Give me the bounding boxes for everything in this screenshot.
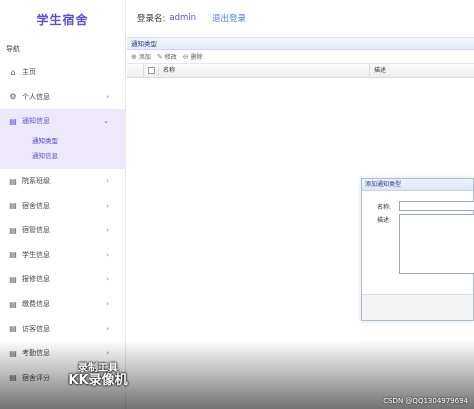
column-header-description[interactable]: 描述: [370, 64, 474, 78]
doc-icon: ▤: [9, 250, 17, 260]
sidebar-item-label: 主页: [22, 68, 36, 77]
edit-label: 修改: [164, 54, 177, 61]
gear-icon: ⚙: [9, 92, 17, 102]
sidebar-item-label: 报修信息: [22, 275, 50, 284]
sidebar-item-label: 学生信息: [22, 250, 50, 259]
top-header: 登录名: admin 退出登录: [127, 0, 474, 36]
sidebar-item-visitors[interactable]: ▤ 访客信息 ›: [0, 316, 125, 341]
edit-button[interactable]: ✎ 修改: [156, 52, 177, 62]
doc-icon: ▤: [9, 348, 17, 358]
csdn-credit: CSDN @QQ1304979694: [383, 397, 468, 405]
doc-icon: ▤: [9, 274, 17, 284]
sidebar-item-home[interactable]: ⌂ 主页: [0, 60, 125, 85]
chevron-down-icon: ⌄: [103, 117, 109, 126]
doc-icon: ▤: [9, 116, 17, 126]
dialog-footer: [362, 294, 473, 320]
add-label: 添加: [138, 54, 151, 61]
sidebar-item-dorms[interactable]: ▤ 宿舍信息 ›: [0, 193, 125, 218]
grid-header: 名称 描述: [127, 63, 474, 78]
app-title: 学生宿舍: [36, 12, 89, 27]
doc-icon: ▤: [9, 225, 17, 235]
sidebar-item-profile[interactable]: ⚙ 个人信息 ›: [0, 85, 125, 110]
sidebar-item-notice[interactable]: ▤ 通知信息 ⌄: [0, 109, 125, 134]
sidebar-subitem-notice-info[interactable]: 通知信息: [0, 149, 125, 164]
sidebar-item-label: 宿管信息: [22, 226, 50, 235]
nav-heading: 导航: [6, 45, 20, 53]
minus-icon: ⊖: [182, 52, 189, 61]
doc-icon: ▤: [9, 324, 17, 334]
sidebar-item-departments[interactable]: ▤ 院系班级 ›: [0, 169, 125, 194]
sidebar-group-notice: ▤ 通知信息 ⌄ 通知类型 通知信息: [0, 109, 125, 169]
column-header-name[interactable]: 名称: [159, 63, 370, 78]
delete-label: 删除: [190, 54, 203, 61]
home-icon: ⌂: [10, 67, 16, 77]
delete-button[interactable]: ⊖ 删除: [182, 52, 203, 62]
chevron-right-icon: ›: [106, 324, 109, 333]
doc-icon: ▤: [9, 373, 17, 383]
sidebar-item-attendance[interactable]: ▤ 考勤信息 ›: [0, 341, 125, 366]
edit-icon: ✎: [156, 52, 163, 61]
row-number-column: [127, 63, 144, 78]
doc-icon: ▤: [9, 299, 17, 309]
sidebar: 学生宿舍 导航 ⌂ 主页 ⚙ 个人信息 › ▤ 通知信息 ⌄ 通知类型 通知信息…: [0, 0, 126, 409]
name-input[interactable]: [399, 201, 474, 211]
toolbar: ⊕ 添加 ✎ 修改 ⊖ 删除: [127, 50, 474, 64]
sidebar-item-label: 院系班级: [22, 177, 50, 186]
add-button[interactable]: ⊕ 添加: [131, 52, 151, 62]
panel-title: 通知类型: [127, 38, 474, 50]
dialog-title: 添加通知类型: [362, 179, 473, 191]
sidebar-item-label: 通知信息: [22, 117, 50, 126]
doc-icon: ▤: [9, 176, 17, 186]
sidebar-item-label: 缴费信息: [22, 300, 50, 309]
chevron-right-icon: ›: [106, 177, 109, 186]
watermark-line-2: KK录像机: [68, 373, 128, 388]
sidebar-item-payments[interactable]: ▤ 缴费信息 ›: [0, 292, 125, 317]
recorder-watermark: 录制工具 KK录像机: [58, 363, 138, 388]
chevron-right-icon: ›: [106, 250, 109, 259]
chevron-right-icon: ›: [106, 275, 109, 284]
sidebar-subitem-notice-type[interactable]: 通知类型: [0, 134, 125, 149]
sidebar-item-students[interactable]: ▤ 学生信息 ›: [0, 243, 125, 268]
sidebar-item-repairs[interactable]: ▤ 报修信息 ›: [0, 267, 125, 292]
select-all-checkbox[interactable]: [147, 67, 155, 74]
select-all-cell: [144, 63, 159, 78]
sidebar-item-label: 访客信息: [22, 324, 50, 333]
description-label: 描述:: [377, 217, 392, 224]
sidebar-item-label: 考勤信息: [22, 349, 50, 358]
username: admin: [169, 13, 197, 23]
sidebar-item-label: 宿舍信息: [22, 201, 50, 210]
login-label: 登录名:: [137, 14, 166, 24]
logout-link[interactable]: 退出登录: [212, 12, 246, 24]
chevron-right-icon: ›: [106, 226, 109, 235]
sidebar-item-label: 个人信息: [22, 92, 50, 101]
chevron-right-icon: ›: [106, 201, 109, 210]
add-notice-type-dialog: 添加通知类型 名称: 描述:: [361, 178, 474, 321]
description-textarea[interactable]: [399, 214, 474, 274]
name-label: 名称:: [377, 204, 392, 211]
chevron-right-icon: ›: [106, 349, 109, 358]
chevron-right-icon: ›: [106, 300, 109, 309]
plus-icon: ⊕: [131, 52, 137, 61]
chevron-right-icon: ›: [106, 92, 109, 101]
sidebar-item-managers[interactable]: ▤ 宿管信息 ›: [0, 218, 125, 243]
sidebar-item-label: 宿舍评分: [22, 373, 50, 382]
doc-icon: ▤: [9, 201, 17, 211]
